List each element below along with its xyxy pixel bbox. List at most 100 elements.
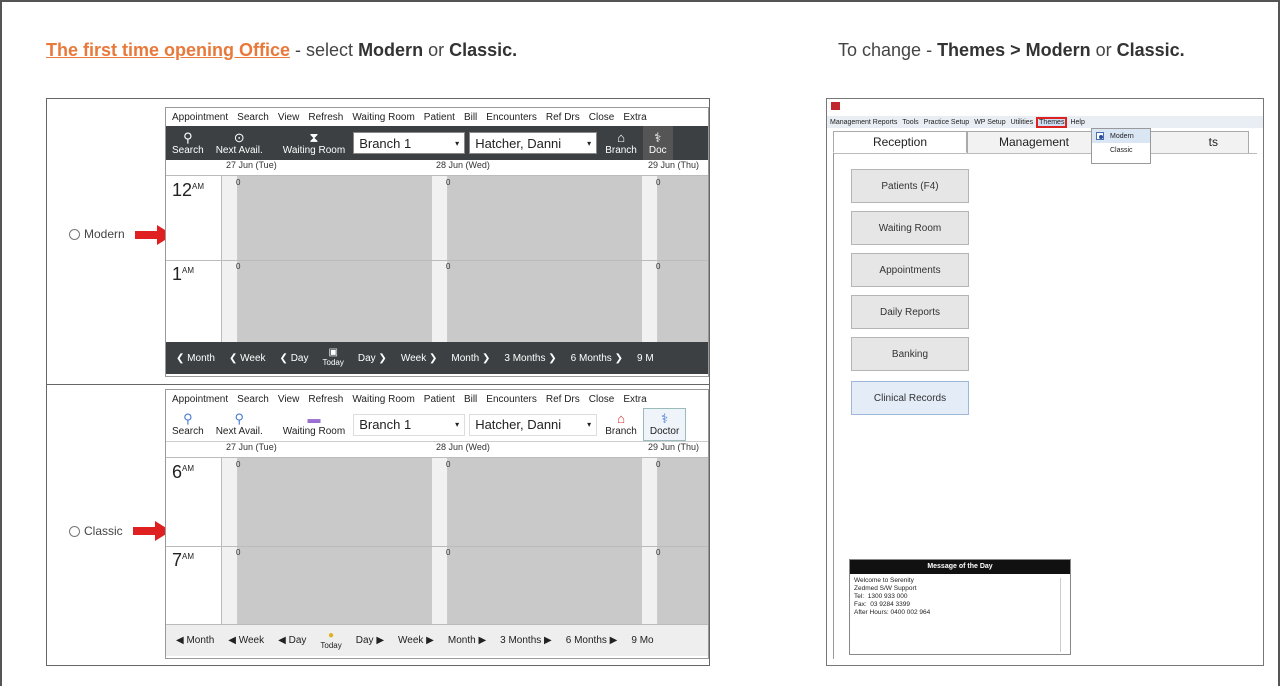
menu-wp-setup[interactable]: WP Setup bbox=[974, 119, 1005, 126]
tab-management[interactable]: Management bbox=[967, 131, 1101, 153]
prev-month-button[interactable]: ❮ Month bbox=[176, 353, 215, 364]
menu-themes[interactable]: Themes bbox=[1036, 116, 1068, 128]
menu-help[interactable]: Help bbox=[1070, 119, 1084, 126]
appointment-column[interactable] bbox=[448, 176, 642, 342]
calendar-icon: ▣ bbox=[328, 347, 338, 358]
branch-select-value: Branch 1 bbox=[359, 417, 412, 432]
menu-practice-setup[interactable]: Practice Setup bbox=[924, 119, 970, 126]
menu-patient[interactable]: Patient bbox=[424, 394, 455, 405]
menu-search[interactable]: Search bbox=[237, 112, 269, 123]
branch-select[interactable]: Branch 1 ▾ bbox=[353, 413, 466, 436]
prev-month-button[interactable]: ◀ Month bbox=[176, 635, 214, 646]
next-6months-button[interactable]: 6 Months ❯ bbox=[571, 353, 623, 364]
next-week-button[interactable]: Week ▶ bbox=[398, 635, 434, 646]
next-day-button[interactable]: Day ❯ bbox=[358, 353, 387, 364]
menu-utilities[interactable]: Utilities bbox=[1011, 119, 1034, 126]
next-3months-button[interactable]: 3 Months ▶ bbox=[500, 635, 552, 646]
next-week-button[interactable]: Week ❯ bbox=[401, 353, 438, 364]
menu-search[interactable]: Search bbox=[237, 394, 269, 405]
branch-select[interactable]: Branch 1 ▾ bbox=[353, 132, 466, 154]
doctor-select[interactable]: Hatcher, Danni ▾ bbox=[469, 413, 598, 436]
prev-day-button[interactable]: ❮ Day bbox=[280, 353, 309, 364]
menu-extra[interactable]: Extra bbox=[623, 394, 646, 405]
motd-scrollbar[interactable] bbox=[1060, 578, 1068, 652]
appointments-button[interactable]: Appointments bbox=[851, 253, 969, 287]
radio-icon[interactable] bbox=[69, 228, 80, 240]
slot-count: 0 bbox=[656, 178, 661, 187]
menu-refresh[interactable]: Refresh bbox=[308, 112, 343, 123]
doctor-button[interactable]: ⚕ Doc bbox=[642, 126, 673, 160]
next-avail-button[interactable]: ⚲ Next Avail. bbox=[210, 408, 269, 441]
radio-icon[interactable] bbox=[69, 525, 80, 537]
waiting-room-button[interactable]: Waiting Room bbox=[851, 211, 969, 245]
prev-week-button[interactable]: ❮ Week bbox=[229, 353, 266, 364]
theme-classic-option[interactable]: Classic bbox=[1092, 143, 1150, 157]
appointment-column[interactable] bbox=[238, 458, 432, 624]
appointment-column[interactable] bbox=[658, 458, 708, 624]
panel-edge bbox=[833, 153, 835, 659]
prev-week-button[interactable]: ◀ Week bbox=[228, 635, 264, 646]
doctor-button[interactable]: ⚕ Doctor bbox=[642, 408, 687, 441]
appointment-column[interactable] bbox=[238, 176, 432, 342]
patients-button[interactable]: Patients (F4) bbox=[851, 169, 969, 203]
menu-view[interactable]: View bbox=[278, 394, 300, 405]
menu-bill[interactable]: Bill bbox=[464, 394, 477, 405]
today-button[interactable]: ▣ Today bbox=[323, 348, 344, 368]
menu-view[interactable]: View bbox=[278, 112, 300, 123]
next-avail-label: Next Avail. bbox=[215, 426, 263, 437]
date-header: 27 Jun (Tue) 28 Jun (Wed) 29 Jun (Thu) bbox=[166, 160, 708, 176]
banking-button[interactable]: Banking bbox=[851, 337, 969, 371]
today-button[interactable]: ● Today bbox=[320, 630, 341, 651]
menu-appointment[interactable]: Appointment bbox=[172, 394, 228, 405]
first-time-link[interactable]: The first time opening Office bbox=[46, 40, 290, 60]
next-month-button[interactable]: Month ❯ bbox=[451, 353, 490, 364]
menu-refresh[interactable]: Refresh bbox=[308, 394, 343, 405]
couch-icon: ▬ bbox=[307, 411, 321, 426]
classic-radio[interactable]: Classic bbox=[69, 524, 123, 538]
appointment-column[interactable] bbox=[448, 458, 642, 624]
heading-text: - select bbox=[290, 40, 359, 60]
menu-tools[interactable]: Tools bbox=[902, 119, 918, 126]
tab-reception[interactable]: Reception bbox=[833, 131, 967, 153]
heading-or: or bbox=[423, 40, 450, 60]
branch-button[interactable]: ⌂ Branch bbox=[599, 408, 643, 441]
theme-modern-option[interactable]: Modern bbox=[1092, 129, 1150, 143]
appointment-column[interactable] bbox=[658, 176, 708, 342]
menu-close[interactable]: Close bbox=[589, 112, 615, 123]
themes-dropdown: Modern Classic bbox=[1091, 128, 1151, 164]
next-3months-button[interactable]: 3 Months ❯ bbox=[504, 353, 556, 364]
modern-radio[interactable]: Modern bbox=[69, 227, 125, 241]
next-day-button[interactable]: Day ▶ bbox=[356, 635, 384, 646]
classic-label: Classic. bbox=[449, 40, 518, 60]
next-month-button[interactable]: Month ▶ bbox=[448, 635, 486, 646]
menu-encounters[interactable]: Encounters bbox=[486, 394, 537, 405]
menu-ref-drs[interactable]: Ref Drs bbox=[546, 112, 580, 123]
doctor-select[interactable]: Hatcher, Danni ▾ bbox=[469, 132, 598, 154]
clinical-records-button[interactable]: Clinical Records bbox=[851, 381, 969, 415]
daily-reports-button[interactable]: Daily Reports bbox=[851, 295, 969, 329]
menu-waiting-room[interactable]: Waiting Room bbox=[352, 394, 414, 405]
prev-day-button[interactable]: ◀ Day bbox=[278, 635, 306, 646]
menu-waiting-room[interactable]: Waiting Room bbox=[352, 112, 414, 123]
next-9months-button[interactable]: 9 M bbox=[637, 353, 654, 364]
menu-ref-drs[interactable]: Ref Drs bbox=[546, 394, 580, 405]
next-avail-button[interactable]: ⊙ Next Avail. bbox=[210, 126, 269, 160]
search-button[interactable]: ⚲ Search bbox=[166, 408, 210, 441]
waiting-room-button[interactable]: ⧗ Waiting Room bbox=[269, 126, 351, 160]
menu-patient[interactable]: Patient bbox=[424, 112, 455, 123]
waiting-room-button[interactable]: ▬ Waiting Room bbox=[269, 408, 351, 441]
menu-close[interactable]: Close bbox=[589, 394, 615, 405]
menu-appointment[interactable]: Appointment bbox=[172, 112, 228, 123]
menu-management-reports[interactable]: Management Reports bbox=[830, 119, 897, 126]
next-9months-button[interactable]: 9 Mo bbox=[631, 635, 653, 646]
branch-label: Branch bbox=[605, 426, 637, 437]
menu-bill[interactable]: Bill bbox=[464, 112, 477, 123]
date-navbar: ❮ Month ❮ Week ❮ Day ▣ Today Day ❯ Week ❯… bbox=[166, 342, 708, 374]
menu-extra[interactable]: Extra bbox=[623, 112, 646, 123]
menu-encounters[interactable]: Encounters bbox=[486, 112, 537, 123]
branch-button[interactable]: ⌂ Branch bbox=[599, 126, 643, 160]
search-button[interactable]: ⚲ Search bbox=[166, 126, 210, 160]
modern-option-label: Modern bbox=[1110, 132, 1134, 140]
next-6months-button[interactable]: 6 Months ▶ bbox=[566, 635, 618, 646]
date-col: 27 Jun (Tue) bbox=[226, 160, 277, 170]
